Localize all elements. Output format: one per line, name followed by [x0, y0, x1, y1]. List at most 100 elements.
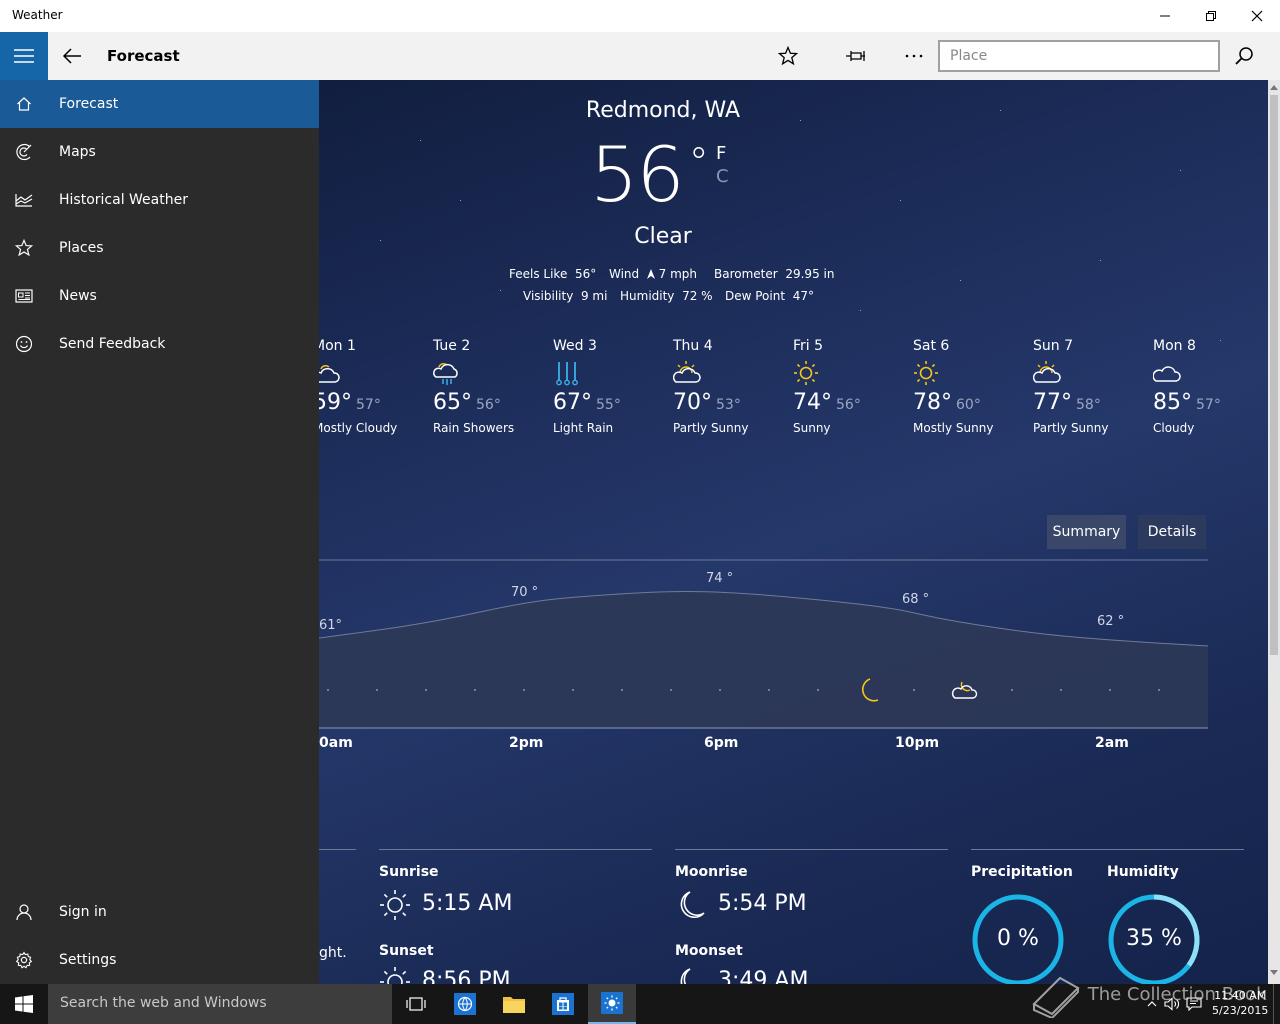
sunset-time: 8:56 PM	[422, 968, 511, 984]
navigation-pane: Forecast Maps Historical Weather Places …	[0, 80, 319, 984]
back-arrow-icon	[62, 48, 81, 64]
news-icon	[0, 272, 48, 320]
store-icon	[552, 993, 574, 1015]
precipitation-label: Precipitation	[971, 864, 1073, 880]
task-view-icon	[406, 997, 426, 1011]
truncated-text: ght.	[319, 945, 347, 961]
clock-time: 11:40 AM	[1214, 989, 1267, 1002]
page-title: Forecast	[107, 47, 180, 65]
maps-icon	[0, 128, 48, 176]
search-button[interactable]	[1220, 32, 1268, 80]
chart-icon	[0, 176, 48, 224]
pin-icon	[846, 51, 865, 61]
close-icon	[1251, 10, 1263, 22]
nav-item-label: Places	[59, 240, 104, 256]
task-view-button[interactable]	[392, 984, 440, 1024]
book-logo-icon	[1032, 976, 1080, 1020]
favorite-button[interactable]	[764, 32, 812, 80]
title-bar: Weather	[0, 0, 1280, 32]
sunset-label: Sunset	[379, 943, 434, 959]
hourly-temp-label: 74 °	[706, 571, 734, 586]
window-title: Weather	[12, 8, 63, 22]
clock-date: 5/23/2015	[1212, 1004, 1269, 1017]
sunrise-time: 5:15 AM	[422, 891, 513, 916]
hourly-temp-label: 62 °	[1097, 614, 1125, 629]
humidity-section-label: Humidity	[1107, 864, 1179, 880]
pin-button[interactable]	[832, 32, 880, 80]
sunset-icon	[380, 967, 410, 984]
moonset-label: Moonset	[675, 943, 743, 959]
taskbar-search-box[interactable]: Search the web and Windows	[48, 984, 392, 1024]
more-button[interactable]	[890, 32, 938, 80]
smiley-icon	[0, 320, 48, 368]
home-icon	[0, 80, 48, 128]
weather-app-icon	[601, 992, 623, 1014]
back-button[interactable]	[48, 32, 96, 80]
section-divider	[379, 849, 652, 850]
nav-item-historical-weather[interactable]: Historical Weather	[0, 176, 319, 224]
scroll-down-icon[interactable]	[1270, 970, 1278, 976]
nav-item-label: Send Feedback	[59, 336, 166, 352]
hamburger-button[interactable]	[0, 32, 48, 80]
nav-item-label: News	[59, 288, 97, 304]
moonrise-label: Moonrise	[675, 864, 748, 880]
hour-label: 2pm	[509, 735, 544, 751]
windows-logo-icon	[15, 995, 33, 1013]
nav-item-label: Maps	[59, 144, 96, 160]
hourly-temp-label: 70 °	[511, 585, 539, 600]
nav-item-label: Forecast	[59, 96, 119, 112]
moonset-row: 3:49 AM	[676, 966, 856, 984]
hourly-temp-label: 61°	[319, 618, 343, 633]
hour-label: 6pm	[704, 735, 739, 751]
restore-icon	[1206, 11, 1216, 21]
hamburger-icon	[14, 49, 34, 63]
nav-item-label: Settings	[59, 952, 117, 968]
search-icon	[1235, 47, 1253, 65]
sunrise-label: Sunrise	[379, 864, 439, 880]
restore-button[interactable]	[1188, 0, 1234, 32]
sunset-row: 8:56 PM	[379, 966, 559, 984]
minimize-button[interactable]	[1142, 0, 1188, 32]
hour-label: 2am	[1095, 735, 1129, 751]
nav-item-places[interactable]: Places	[0, 224, 319, 272]
store-taskbar-button[interactable]	[539, 984, 587, 1024]
show-desktop-button[interactable]	[1273, 984, 1280, 1024]
nav-item-send-feedback[interactable]: Send Feedback	[0, 320, 319, 368]
scroll-up-icon[interactable]	[1270, 84, 1278, 90]
moonset-icon	[680, 968, 691, 984]
nav-item-news[interactable]: News	[0, 272, 319, 320]
moonrise-time: 5:54 PM	[718, 891, 807, 916]
file-explorer-taskbar-button[interactable]	[490, 984, 538, 1024]
precipitation-value: 0 %	[997, 926, 1039, 951]
section-divider	[675, 849, 948, 850]
nav-item-forecast[interactable]: Forecast	[0, 80, 319, 128]
sunrise-icon	[380, 890, 410, 920]
taskbar-clock[interactable]: 11:40 AM 5/23/2015	[1212, 988, 1268, 1018]
place-search-input[interactable]	[938, 40, 1220, 72]
nav-item-label: Sign in	[59, 904, 107, 920]
nav-item-settings[interactable]: Settings	[0, 936, 319, 984]
more-icon	[905, 54, 923, 58]
person-icon	[0, 888, 48, 936]
close-button[interactable]	[1234, 0, 1280, 32]
browser-icon	[454, 993, 476, 1015]
weather-taskbar-button[interactable]	[588, 984, 636, 1024]
hourly-temp-label: 68 °	[902, 592, 930, 607]
start-button[interactable]	[0, 984, 48, 1024]
scrollbar-thumb[interactable]	[1270, 95, 1278, 655]
humidity-section-value: 35 %	[1126, 926, 1182, 951]
nav-item-label: Historical Weather	[59, 192, 188, 208]
gear-icon	[0, 936, 48, 984]
moonrise-icon	[680, 891, 705, 918]
star-icon	[0, 224, 48, 272]
hour-label: 10pm	[895, 735, 940, 751]
moonset-time: 3:49 AM	[718, 968, 809, 984]
section-divider	[971, 849, 1244, 850]
browser-taskbar-button[interactable]	[441, 984, 489, 1024]
folder-icon	[503, 997, 525, 1013]
minimize-icon	[1160, 15, 1170, 17]
star-icon	[778, 46, 798, 66]
hour-label: 0am	[319, 735, 353, 751]
nav-item-sign-in[interactable]: Sign in	[0, 888, 319, 936]
nav-item-maps[interactable]: Maps	[0, 128, 319, 176]
